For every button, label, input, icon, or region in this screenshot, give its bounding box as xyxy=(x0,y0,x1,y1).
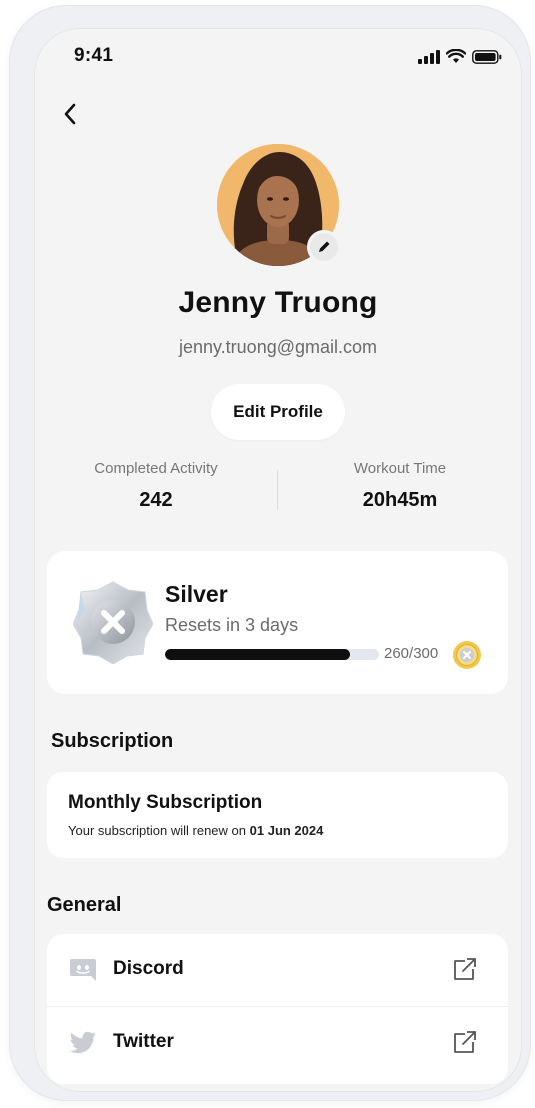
stat-workout-time: Workout Time 20h45m xyxy=(278,460,522,512)
tier-progress-bar xyxy=(165,649,379,660)
subscription-section-title: Subscription xyxy=(51,730,174,752)
twitter-icon xyxy=(68,1028,98,1058)
stat-completed-activity: Completed Activity 242 xyxy=(34,460,278,512)
stat-value: 20h45m xyxy=(362,489,438,511)
profile-screen: 9:41 Jenny Truong jenny.truong@gmail.com… xyxy=(34,28,522,1092)
battery-icon xyxy=(472,49,502,64)
stat-label: Completed Activity xyxy=(94,460,218,477)
avatar-container xyxy=(217,144,341,266)
subscription-renew-prefix: Your subscription will renew on xyxy=(68,823,247,838)
subscription-renew-date: 01 Jun 2024 xyxy=(249,823,324,838)
tier-progress-fill xyxy=(165,649,351,660)
subscription-description: Your subscription will renew on 01 Jun 2… xyxy=(68,823,323,838)
pencil-icon xyxy=(319,241,330,252)
subscription-title: Monthly Subscription xyxy=(68,792,263,813)
external-link-icon[interactable] xyxy=(450,1029,478,1057)
signal-icon xyxy=(418,49,440,64)
stat-label: Workout Time xyxy=(353,460,447,477)
tier-card[interactable]: Silver Resets in 3 days 260/300 xyxy=(47,551,508,694)
device-frame: 9:41 Jenny Truong jenny.truong@gmail.com… xyxy=(10,6,530,1100)
status-time: 9:41 xyxy=(74,45,114,66)
chevron-left-icon xyxy=(64,103,76,125)
general-item-discord[interactable]: Discord xyxy=(47,934,508,1006)
stats-row: Completed Activity 242 Workout Time 20h4… xyxy=(34,460,522,520)
wifi-icon xyxy=(446,49,466,63)
general-item-label: Discord xyxy=(113,958,184,979)
edit-avatar-button[interactable] xyxy=(307,230,341,264)
profile-name: Jenny Truong xyxy=(178,286,378,319)
tier-reset-text: Resets in 3 days xyxy=(165,615,299,635)
status-bar: 9:41 xyxy=(34,28,522,88)
silver-badge-icon xyxy=(73,581,153,664)
profile-email: jenny.truong@gmail.com xyxy=(178,337,378,357)
back-button[interactable] xyxy=(56,100,84,128)
general-section-title: General xyxy=(47,894,122,916)
status-icons xyxy=(418,49,502,64)
edit-profile-button[interactable]: Edit Profile xyxy=(211,384,345,440)
tier-progress-text: 260/300 xyxy=(384,645,439,662)
external-link-icon[interactable] xyxy=(450,956,478,984)
tier-name: Silver xyxy=(165,581,228,607)
stat-value: 242 xyxy=(139,489,173,511)
subscription-card[interactable]: Monthly Subscription Your subscription w… xyxy=(47,772,508,858)
general-item-label: Twitter xyxy=(113,1031,174,1052)
coin-icon xyxy=(453,641,481,669)
general-item-twitter[interactable]: Twitter xyxy=(47,1006,508,1078)
discord-icon xyxy=(68,955,98,985)
general-card: Discord Twitter xyxy=(47,934,508,1084)
